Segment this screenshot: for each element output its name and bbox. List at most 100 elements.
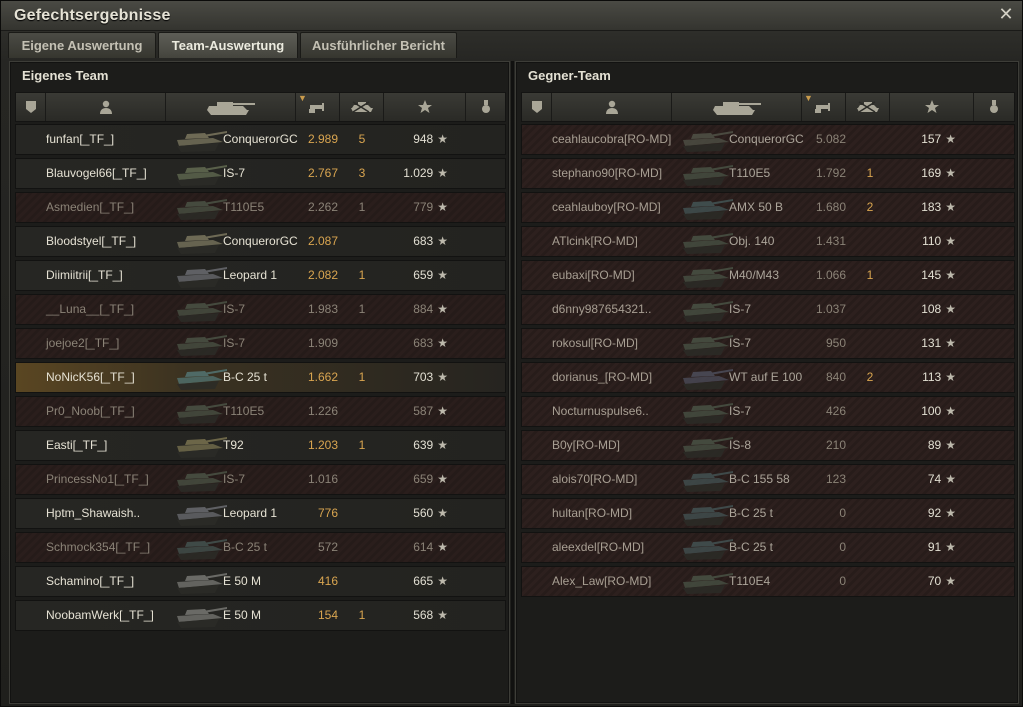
tank-name: B-C 155 58 [729, 472, 790, 486]
panel-divider [511, 61, 514, 704]
xp-value: 614 [413, 540, 434, 554]
xp-star-icon[interactable] [384, 93, 466, 121]
tank-thumbnail-icon [683, 199, 733, 220]
enemy-team-title: Gegner-Team [528, 68, 611, 83]
tank-icon[interactable] [166, 93, 296, 121]
star-icon: ★ [945, 200, 956, 214]
kills-icon[interactable] [340, 93, 384, 121]
damage-icon[interactable]: ▼ [802, 93, 846, 121]
tank-name: WT auf E 100 [729, 370, 803, 384]
tank-name: T110E5 [223, 200, 265, 214]
kills-value [854, 499, 886, 528]
player-row[interactable]: Bloodstyel[_TF_] ConquerorGC 2.087 683 ★ [15, 226, 506, 257]
xp-value: 779 [413, 200, 434, 214]
tank-name: T110E5 [729, 166, 771, 180]
player-row[interactable]: Schamino[_TF_] E 50 M 416 665 ★ [15, 566, 506, 597]
xp-star-icon[interactable] [890, 93, 974, 121]
tank-name: B-C 25 t [729, 506, 774, 520]
player-row[interactable]: hultan[RO-MD] B-C 25 t 0 92 ★ [521, 498, 1015, 529]
kills-value: 3 [358, 166, 366, 180]
player-row[interactable]: d6nny987654321.. IS-7 1.037 108 ★ [521, 294, 1015, 325]
player-name: eubaxi[RO-MD] [552, 268, 635, 282]
player-row[interactable]: Blauvogel66[_TF_] IS-7 2.767 3 1.029 ★ [15, 158, 506, 189]
kills-value [854, 125, 886, 154]
player-name: Schamino[_TF_] [46, 574, 135, 588]
xp-value: 948 [413, 132, 434, 146]
player-row[interactable]: funfan[_TF_] ConquerorGC 2.989 5 948 ★ [15, 124, 506, 155]
tank-name: Leopard 1 [223, 506, 278, 520]
star-icon: ★ [437, 200, 448, 214]
xp-value: 665 [413, 574, 434, 588]
kills-icon[interactable] [846, 93, 890, 121]
star-icon: ★ [437, 302, 448, 316]
tank-thumbnail-icon [177, 403, 227, 424]
player-row[interactable]: ATlcink[RO-MD] Obj. 140 1.431 110 ★ [521, 226, 1015, 257]
tab-eigene-auswertung[interactable]: Eigene Auswertung [8, 32, 156, 58]
rank-icon[interactable] [16, 93, 46, 121]
player-row[interactable]: NoNicK56[_TF_] B-C 25 t 1.662 1 703 ★ [15, 362, 506, 393]
player-row[interactable]: aleexdel[RO-MD] B-C 25 t 0 91 ★ [521, 532, 1015, 563]
medal-icon[interactable] [466, 93, 505, 121]
player-row[interactable]: rokosul[RO-MD] IS-7 950 131 ★ [521, 328, 1015, 359]
player-row[interactable]: __Luna__[_TF_] IS-7 1.983 1 884 ★ [15, 294, 506, 325]
player-row[interactable]: Asmedien[_TF_] T110E5 2.262 1 779 ★ [15, 192, 506, 223]
tank-name: M40/M43 [729, 268, 780, 282]
player-row[interactable]: dorianus_[RO-MD] WT auf E 100 840 2 113 ★ [521, 362, 1015, 393]
player-row[interactable]: Nocturnuspulse6.. IS-7 426 100 ★ [521, 396, 1015, 427]
tank-thumbnail-icon [683, 267, 733, 288]
star-icon: ★ [437, 608, 448, 622]
tank-thumbnail-icon [177, 369, 227, 390]
star-icon: ★ [945, 438, 956, 452]
player-row[interactable]: ceahlauboy[RO-MD] AMX 50 B 1.680 2 183 ★ [521, 192, 1015, 223]
player-row[interactable]: Alex_Law[RO-MD] T110E4 0 70 ★ [521, 566, 1015, 597]
own-team-title: Eigenes Team [22, 68, 109, 83]
sort-arrow-icon: ▼ [298, 93, 307, 103]
sort-arrow-icon: ▼ [804, 93, 813, 103]
tank-name: ConquerorGC [223, 234, 298, 248]
medal-icon[interactable] [974, 93, 1014, 121]
damage-icon[interactable]: ▼ [296, 93, 340, 121]
tank-icon[interactable] [672, 93, 802, 121]
xp-value: 131 [921, 336, 942, 350]
player-row[interactable]: B0y[RO-MD] IS-8 210 89 ★ [521, 430, 1015, 461]
damage-value: 2.989 [307, 132, 338, 146]
xp-value: 639 [413, 438, 434, 452]
player-row[interactable]: alois70[RO-MD] B-C 155 58 123 74 ★ [521, 464, 1015, 495]
player-row[interactable]: Diimiitrii[_TF_] Leopard 1 2.082 1 659 ★ [15, 260, 506, 291]
star-icon: ★ [437, 336, 448, 350]
xp-value: 568 [413, 608, 434, 622]
tank-name: IS-7 [729, 404, 752, 418]
star-icon: ★ [945, 132, 956, 146]
player-row[interactable]: Pr0_Noob[_TF_] T110E5 1.226 587 ★ [15, 396, 506, 427]
player-name: Asmedien[_TF_] [46, 200, 135, 214]
player-row[interactable]: Hptm_Shawaish.. Leopard 1 776 560 ★ [15, 498, 506, 529]
star-icon: ★ [437, 404, 448, 418]
player-row[interactable]: Easti[_TF_] T92 1.203 1 639 ★ [15, 430, 506, 461]
xp-value: 183 [921, 200, 942, 214]
player-row[interactable]: joejoe2[_TF_] IS-7 1.909 683 ★ [15, 328, 506, 359]
battle-results-window: Gefechtsergebnisse ✕ Eigene Auswertung T… [0, 0, 1023, 707]
rank-icon[interactable] [522, 93, 552, 121]
player-name: Alex_Law[RO-MD] [552, 574, 652, 588]
player-row[interactable]: eubaxi[RO-MD] M40/M43 1.066 1 145 ★ [521, 260, 1015, 291]
player-name: B0y[RO-MD] [552, 438, 621, 452]
player-row[interactable]: NoobamWerk[_TF_] E 50 M 154 1 568 ★ [15, 600, 506, 631]
star-icon: ★ [437, 370, 448, 384]
player-row[interactable]: stephano90[RO-MD] T110E5 1.792 1 169 ★ [521, 158, 1015, 189]
kills-value [854, 227, 886, 256]
player-row[interactable]: Schmock354[_TF_] B-C 25 t 572 614 ★ [15, 532, 506, 563]
tank-name: T92 [223, 438, 244, 452]
player-icon[interactable] [46, 93, 166, 121]
player-icon[interactable] [552, 93, 672, 121]
damage-value: 840 [825, 370, 846, 384]
tab-ausfuehrlicher-bericht[interactable]: Ausführlicher Bericht [300, 32, 457, 58]
player-row[interactable]: ceahlaucobra[RO-MD] ConquerorGC 5.082 157 ★ [521, 124, 1015, 155]
tank-name: Obj. 140 [729, 234, 775, 248]
tab-team-auswertung[interactable]: Team-Auswertung [158, 32, 298, 58]
close-icon[interactable]: ✕ [998, 5, 1014, 23]
tank-name: IS-7 [729, 302, 752, 316]
xp-value: 560 [413, 506, 434, 520]
kills-value [346, 533, 378, 562]
damage-value: 0 [839, 506, 846, 520]
player-row[interactable]: PrincessNo1[_TF_] IS-7 1.016 659 ★ [15, 464, 506, 495]
